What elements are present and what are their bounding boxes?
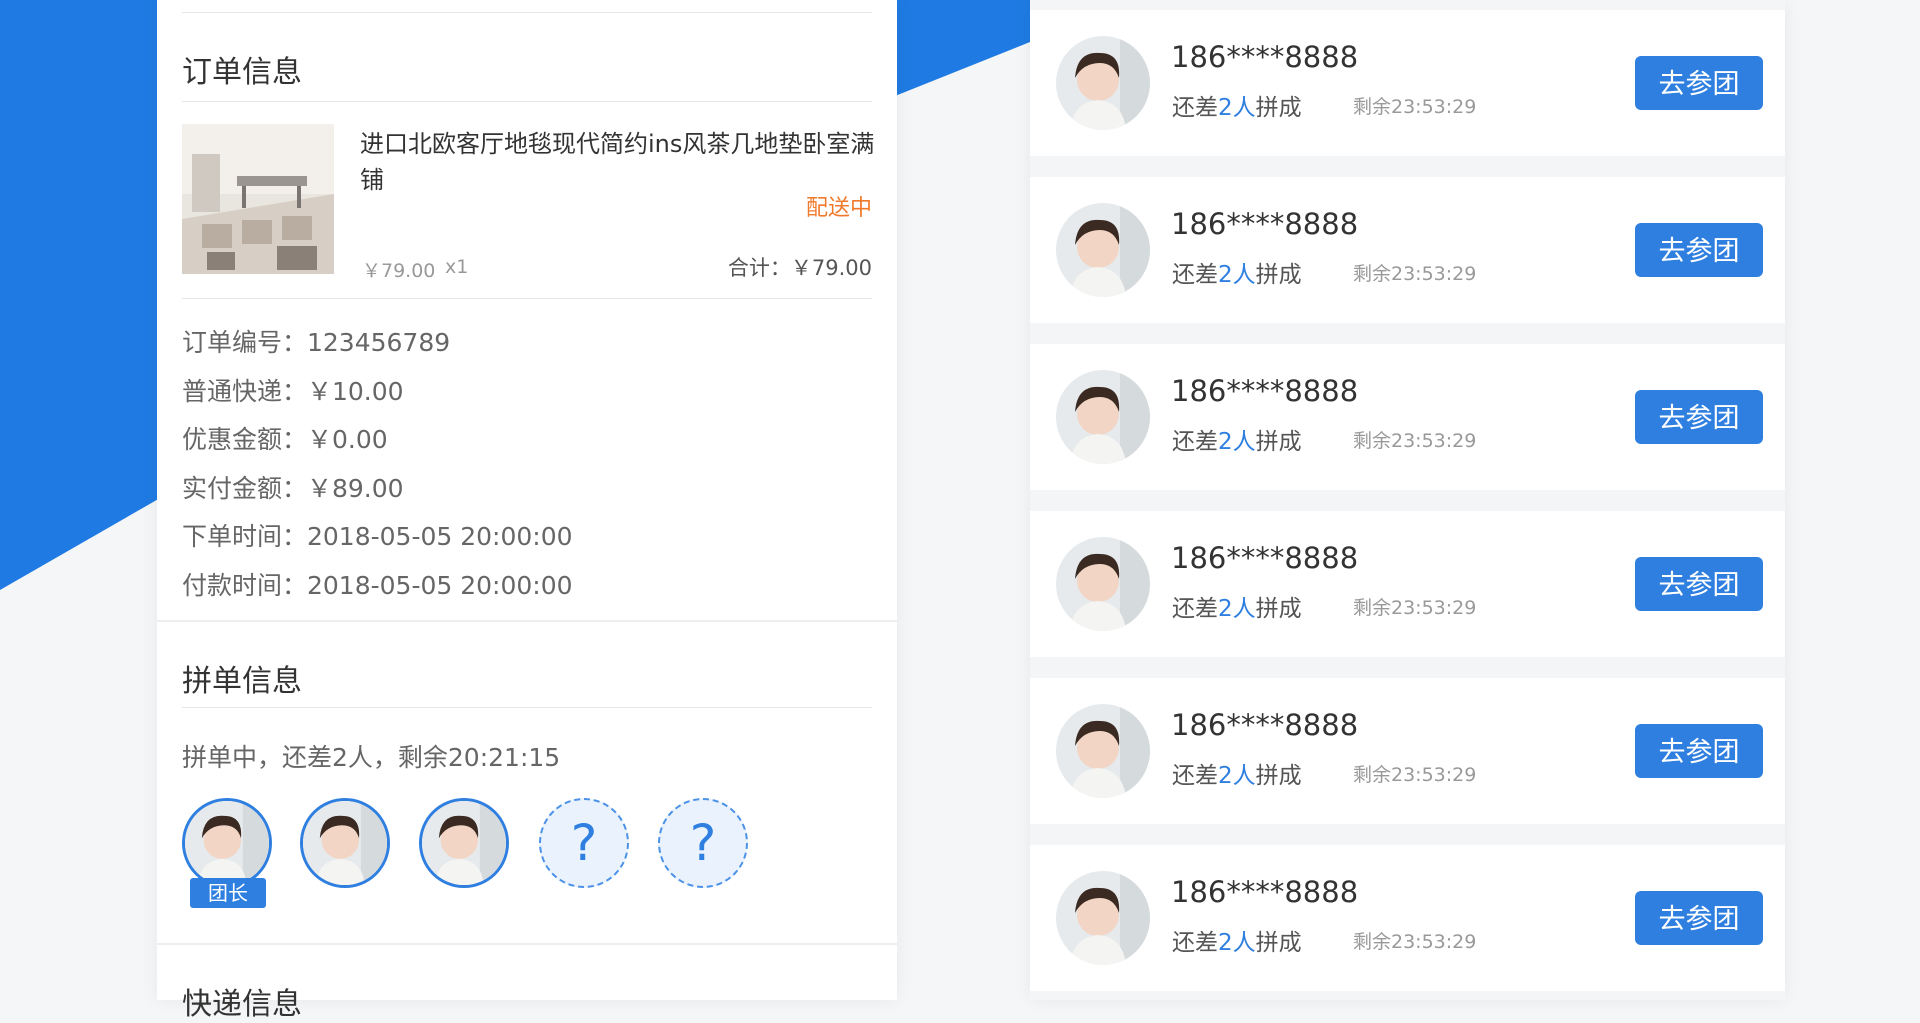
product-quantity: x1 [445,256,469,278]
need-prefix: 还差 [1172,596,1218,622]
order-detail-panel: 订单信息 进口北欧客厅地毯现代简约ins风茶几地垫卧室满铺 配送中 ￥79.00… [157,0,897,1022]
need-count: 还差2人拼成 [1172,589,1302,623]
join-group-button[interactable]: 去参团 [1635,56,1763,110]
need-prefix: 还差 [1172,95,1218,121]
group-card: 186****8888 还差2人拼成 剩余23:53:29 去参团 [1030,678,1785,824]
group-card: 186****8888 还差2人拼成 剩余23:53:29 去参团 [1030,344,1785,490]
group-card: 186****8888 还差2人拼成 剩余23:53:29 去参团 [1030,10,1785,156]
leader-avatar[interactable] [182,798,272,888]
group-list-panel: 186****8888 还差2人拼成 剩余23:53:29 去参团 186***… [1030,0,1785,1000]
product-name: 进口北欧客厅地毯现代简约ins风茶几地垫卧室满铺 [360,130,875,194]
need-suffix: 拼成 [1255,596,1302,622]
group-card: 186****8888 还差2人拼成 剩余23:53:29 去参团 [1030,845,1785,991]
product-price: ￥79.00 [362,260,436,282]
member-avatar[interactable] [300,798,390,888]
discount-amount: 优惠金额：￥0.00 [182,425,388,454]
need-suffix: 拼成 [1255,95,1302,121]
need-suffix: 拼成 [1255,429,1302,455]
need-suffix: 拼成 [1255,262,1302,288]
need-number: 2人 [1218,763,1256,789]
need-number: 2人 [1218,930,1256,956]
group-info-section: 拼单信息 拼单中，还差2人，剩余20:21:15 团长 ? ? [157,622,897,908]
need-suffix: 拼成 [1255,930,1302,956]
need-number: 2人 [1218,429,1256,455]
user-phone: 186****8888 [1171,40,1359,74]
user-avatar [1056,871,1150,965]
group-members: 团长 ? ? [157,778,897,908]
order-total: 合计：￥79.00 [727,256,872,280]
order-info-title: 订单信息 [182,55,302,90]
order-time: 下单时间：2018-05-05 20:00:00 [182,522,573,551]
remaining-time: 剩余23:53:29 [1353,764,1477,786]
user-avatar [1056,203,1150,297]
need-count: 还差2人拼成 [1172,756,1302,790]
remaining-time: 剩余23:53:29 [1353,430,1477,452]
group-info-title: 拼单信息 [182,664,302,699]
order-info-section: 订单信息 进口北欧客厅地毯现代简约ins风茶几地垫卧室满铺 配送中 ￥79.00… [157,13,897,620]
user-phone: 186****8888 [1171,374,1359,408]
need-count: 还差2人拼成 [1172,422,1302,456]
user-avatar [1056,370,1150,464]
leader-badge: 团长 [190,878,266,908]
paid-amount: 实付金额：￥89.00 [182,473,404,503]
remaining-time: 剩余23:53:29 [1353,96,1477,118]
join-group-button[interactable]: 去参团 [1635,223,1763,277]
need-suffix: 拼成 [1255,763,1302,789]
user-phone: 186****8888 [1171,541,1359,575]
express-info-title: 快递信息 [182,987,302,1022]
need-prefix: 还差 [1172,429,1218,455]
need-count: 还差2人拼成 [1172,255,1302,289]
need-count: 还差2人拼成 [1172,88,1302,122]
user-phone: 186****8888 [1171,875,1359,909]
remaining-time: 剩余23:53:29 [1353,931,1477,953]
empty-slot-question-icon: ? [539,798,629,888]
member-avatar[interactable] [419,798,509,888]
join-group-button[interactable]: 去参团 [1635,557,1763,611]
user-avatar [1056,36,1150,130]
need-prefix: 还差 [1172,262,1218,288]
need-number: 2人 [1218,596,1256,622]
join-group-button[interactable]: 去参团 [1635,390,1763,444]
need-count: 还差2人拼成 [1172,923,1302,957]
user-phone: 186****8888 [1171,708,1359,742]
need-prefix: 还差 [1172,763,1218,789]
user-avatar [1056,537,1150,631]
join-group-button[interactable]: 去参团 [1635,891,1763,945]
group-status: 拼单中，还差2人，剩余20:21:15 [182,743,561,772]
group-card: 186****8888 还差2人拼成 剩余23:53:29 去参团 [1030,177,1785,323]
join-group-button[interactable]: 去参团 [1635,724,1763,778]
payment-time: 付款时间：2018-05-05 20:00:00 [182,570,573,600]
remaining-time: 剩余23:53:29 [1353,597,1477,619]
need-number: 2人 [1218,95,1256,121]
need-prefix: 还差 [1172,930,1218,956]
user-avatar [1056,704,1150,798]
product-item[interactable]: 进口北欧客厅地毯现代简约ins风茶几地垫卧室满铺 配送中 ￥79.00 x1 合… [157,102,897,298]
product-image [182,124,334,274]
group-card: 186****8888 还差2人拼成 剩余23:53:29 去参团 [1030,511,1785,657]
order-details: 订单编号：123456789 普通快递：￥10.00 优惠金额：￥0.00 实付… [157,299,897,620]
shipping-fee: 普通快递：￥10.00 [182,376,404,406]
remaining-time: 剩余23:53:29 [1353,263,1477,285]
delivery-status: 配送中 [805,196,872,221]
need-number: 2人 [1218,262,1256,288]
empty-slot-question-icon: ? [658,798,748,888]
express-info-section: 快递信息 [157,945,897,1022]
user-phone: 186****8888 [1171,207,1359,241]
order-number: 订单编号：123456789 [182,328,451,357]
